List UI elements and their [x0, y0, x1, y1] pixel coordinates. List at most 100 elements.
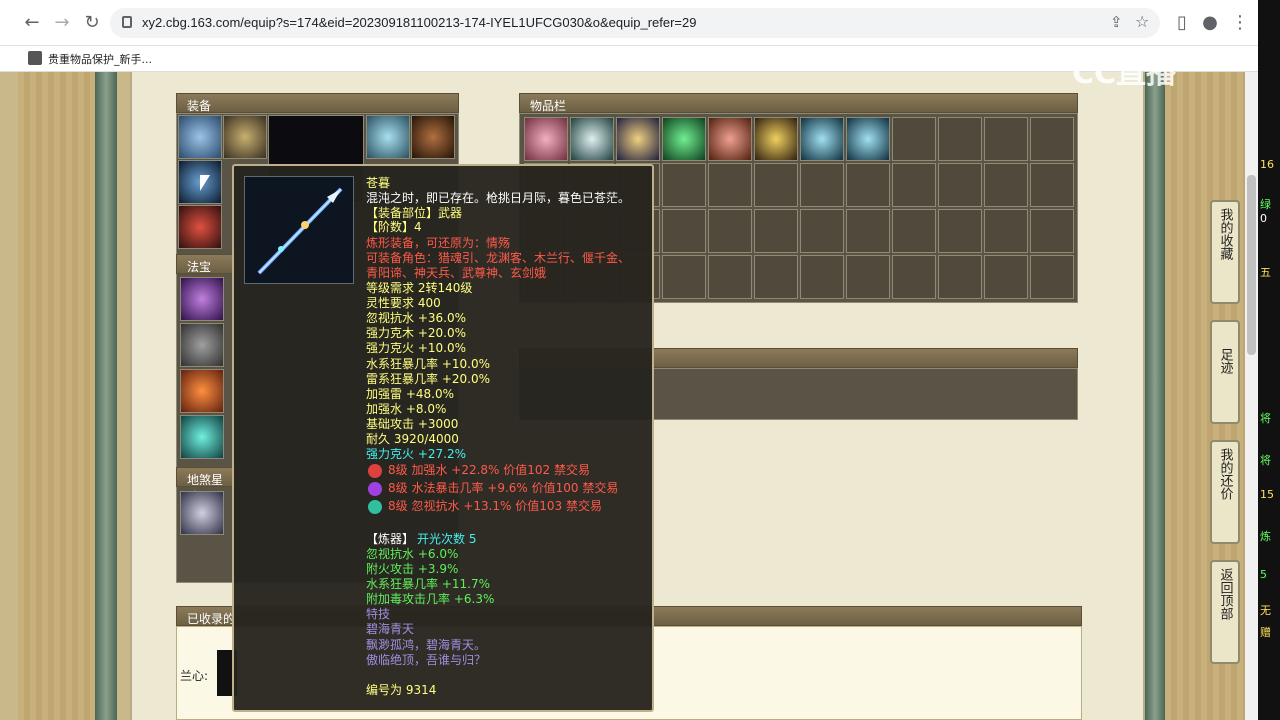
dishaxing-slot[interactable] [180, 491, 224, 535]
attr-line: 基础攻击 +3000 [366, 417, 459, 431]
sidepanel-icon[interactable]: ▯ [1172, 13, 1192, 33]
my-favorites-button[interactable]: 我的收藏 [1210, 200, 1240, 304]
equip-slot-helmet[interactable] [178, 115, 222, 159]
back-to-top-label: 返回顶部 [1217, 568, 1233, 620]
item-desc: 混沌之时，即已存在。枪挑日月际，暮色已苍茫。 [366, 191, 631, 205]
item-slot-4[interactable] [662, 117, 706, 161]
refine-attr: 水系狂暴几率 +11.7% [366, 577, 490, 591]
attr-line: 耐久 3920/4000 [366, 432, 459, 446]
inventory-cell[interactable] [984, 209, 1028, 253]
inventory-cell[interactable] [984, 117, 1028, 161]
attr-line: 强力克火 +10.0% [366, 341, 466, 355]
strip-text: 无 [1260, 604, 1271, 617]
item-slot-3[interactable] [616, 117, 660, 161]
strip-text: 0 [1260, 212, 1267, 225]
refine-attr: 附火攻击 +3.9% [366, 562, 459, 576]
equip-slot-necklace[interactable] [223, 115, 267, 159]
inventory-cell[interactable] [984, 255, 1028, 299]
forward-icon[interactable]: → [52, 13, 72, 33]
refine-label: 【炼器】 [366, 532, 415, 546]
inventory-cell[interactable] [662, 255, 706, 299]
fabao-title: 法宝 [176, 254, 236, 274]
inventory-cell[interactable] [892, 209, 936, 253]
equip-slot-armor[interactable] [366, 115, 410, 159]
inventory-cell[interactable] [846, 209, 890, 253]
inventory-cell[interactable] [892, 255, 936, 299]
inventory-cell[interactable] [1030, 163, 1074, 207]
inventory-cell[interactable] [892, 117, 936, 161]
inventory-cell[interactable] [708, 255, 752, 299]
scrollbar[interactable] [1245, 72, 1258, 720]
inventory-cell[interactable] [708, 209, 752, 253]
serial-number: 编号为 9314 [366, 683, 437, 697]
footprint-button[interactable]: 足迹 [1210, 320, 1240, 424]
fabao-slot-2[interactable] [180, 323, 224, 367]
inventory-cell[interactable] [800, 255, 844, 299]
address-bar[interactable]: xy2.cbg.163.com/equip?s=174&eid=20230918… [110, 8, 1160, 38]
inventory-cell[interactable] [754, 163, 798, 207]
footprint-label: 足迹 [1217, 348, 1233, 374]
inventory-cell[interactable] [1030, 117, 1074, 161]
my-offers-label: 我的还价 [1217, 448, 1233, 500]
reload-icon[interactable]: ↻ [82, 13, 102, 33]
fabao-slot-3[interactable] [180, 369, 224, 413]
star-icon[interactable]: ☆ [1135, 12, 1149, 31]
inventory-cell[interactable] [846, 163, 890, 207]
attr-line: 雷系狂暴几率 +20.0% [366, 372, 490, 386]
inventory-cell[interactable] [1030, 209, 1074, 253]
inventory-cell[interactable] [662, 209, 706, 253]
fabao-slot-1[interactable] [180, 277, 224, 321]
my-offers-button[interactable]: 我的还价 [1210, 440, 1240, 544]
inventory-cell[interactable] [800, 163, 844, 207]
item-slot-8[interactable] [846, 117, 890, 161]
item-slot-1[interactable] [524, 117, 568, 161]
strip-text: 炼 [1260, 530, 1271, 543]
lanxin-label: 兰心: [180, 669, 209, 683]
left-rail [95, 72, 117, 720]
inventory-cell[interactable] [662, 163, 706, 207]
refine-attr: 忽视抗水 +6.0% [366, 547, 459, 561]
back-to-top-button[interactable]: 返回顶部 [1210, 560, 1240, 664]
inventory-cell[interactable] [938, 209, 982, 253]
left-decoration [18, 72, 100, 720]
item-slot-5[interactable] [708, 117, 752, 161]
item-slot-2[interactable] [570, 117, 614, 161]
inventory-cell[interactable] [800, 209, 844, 253]
strip-text: 16 [1260, 158, 1274, 171]
inventory-cell[interactable] [938, 163, 982, 207]
menu-icon[interactable]: ⋮ [1230, 13, 1250, 33]
scrollbar-thumb[interactable] [1247, 175, 1256, 355]
inventory-cell[interactable] [892, 163, 936, 207]
inventory-cell[interactable] [938, 255, 982, 299]
inventory-cell[interactable] [1030, 255, 1074, 299]
cc-live-watermark: CC直播 [1072, 56, 1177, 91]
inventory-cell[interactable] [846, 255, 890, 299]
attr-line: 忽视抗水 +36.0% [366, 311, 466, 325]
strip-text: 将 [1260, 412, 1271, 425]
strip-text: 15 [1260, 488, 1274, 501]
refine-count: 开光次数 5 [417, 532, 477, 546]
bookmark-item[interactable]: 贵重物品保护_新手... [48, 51, 152, 67]
item-slot-6[interactable] [754, 117, 798, 161]
inventory-cell[interactable] [984, 163, 1028, 207]
inventory-cell[interactable] [938, 117, 982, 161]
back-icon[interactable]: ← [22, 13, 42, 33]
equip-panel-title: 装备 [176, 93, 459, 113]
skill-label: 特技 [366, 607, 391, 621]
inventory-cell[interactable] [754, 255, 798, 299]
item-slot-7[interactable] [800, 117, 844, 161]
lock-icon [122, 16, 132, 28]
inventory-cell[interactable] [708, 163, 752, 207]
equip-slot-belt[interactable] [178, 205, 222, 249]
weapon-image [244, 176, 354, 284]
equip-slot-shoes[interactable] [411, 115, 455, 159]
attr-line: 强力克木 +20.0% [366, 326, 466, 340]
level-req: 等级需求 2转140级 [366, 281, 473, 295]
attr-line: 加强水 +8.0% [366, 402, 447, 416]
profile-icon[interactable]: ● [1200, 13, 1220, 33]
spirit-req: 灵性要求 400 [366, 296, 441, 310]
fabao-slot-4[interactable] [180, 415, 224, 459]
skill-name: 碧海青天 [366, 622, 415, 636]
inventory-cell[interactable] [754, 209, 798, 253]
share-icon[interactable]: ⇪ [1110, 13, 1123, 31]
